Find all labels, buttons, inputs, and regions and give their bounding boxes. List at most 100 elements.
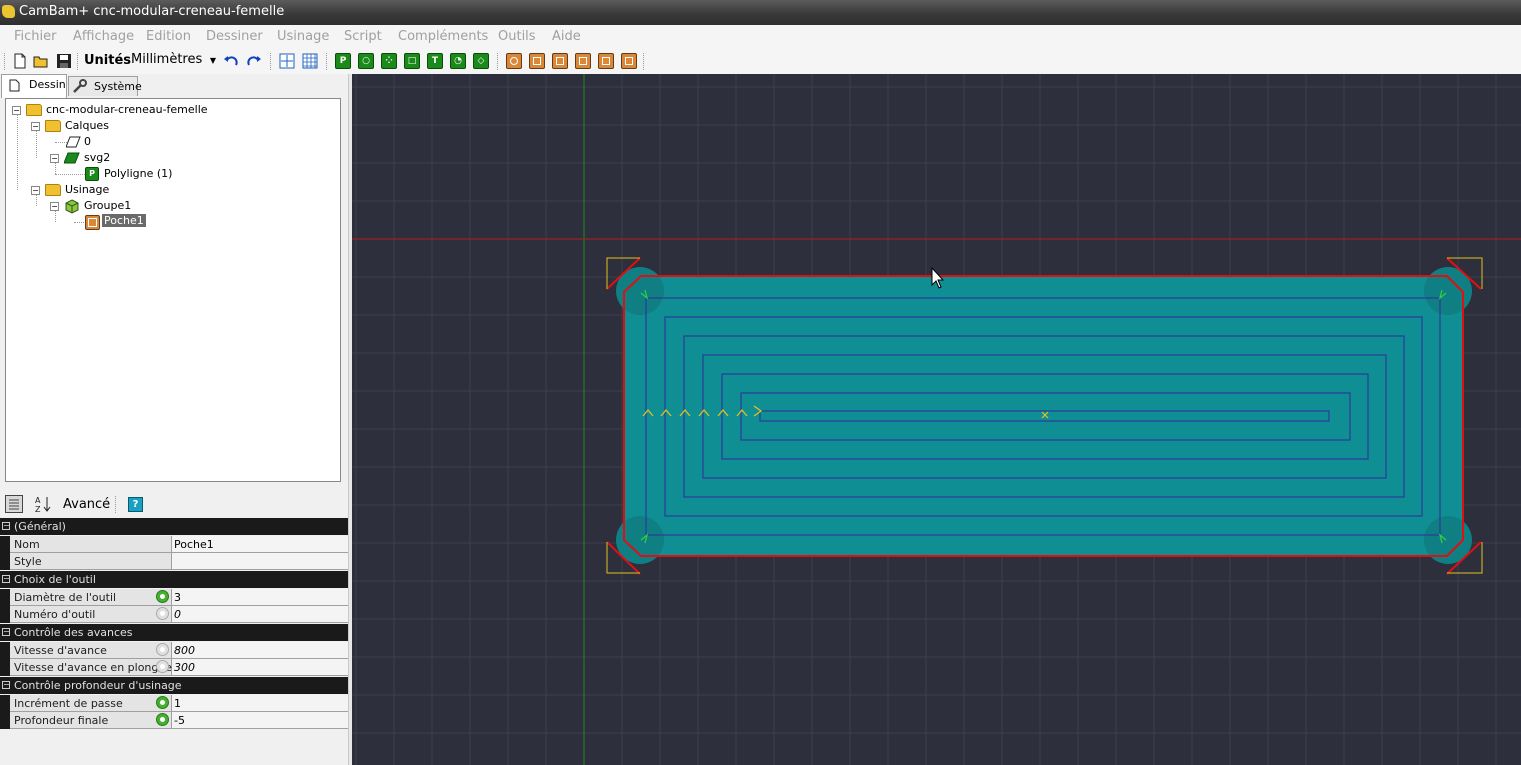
category-general[interactable]: − (Général) — [0, 518, 349, 535]
prop-row-target-depth[interactable]: Profondeur finale -5 — [0, 712, 349, 729]
collapse-icon[interactable]: − — [2, 575, 10, 583]
category-feed[interactable]: − Contrôle des avances — [0, 624, 349, 641]
prop-row-tool-diameter[interactable]: Diamètre de l'outil 3 — [0, 589, 349, 606]
units-label: Unités — [84, 53, 132, 68]
collapse-icon[interactable]: − — [2, 628, 10, 636]
document-icon — [9, 79, 20, 92]
tab-systeme[interactable]: Système — [68, 76, 142, 96]
menu-complements[interactable]: Compléments — [398, 29, 488, 44]
open-folder-icon[interactable] — [33, 53, 49, 69]
prop-name-value[interactable]: Poche1 — [172, 536, 349, 553]
polyline-tool-icon[interactable]: P — [335, 53, 351, 69]
prop-row-name[interactable]: Nom Poche1 — [0, 536, 349, 553]
wrench-icon — [73, 79, 87, 93]
prop-tool-diameter-value[interactable]: 3 — [172, 589, 349, 606]
tree-root-label[interactable]: cnc-modular-creneau-femelle — [46, 103, 208, 116]
surface-tool-icon[interactable]: ◇ — [473, 53, 489, 69]
menu-usinage[interactable]: Usinage — [277, 29, 329, 44]
prop-target-depth-value[interactable]: -5 — [172, 712, 349, 729]
row-gutter — [0, 642, 10, 659]
drawing-tree[interactable]: − cnc-modular-creneau-femelle − Calques … — [5, 98, 341, 482]
menu-affichage[interactable]: Affichage — [73, 29, 134, 44]
grid-icon[interactable] — [302, 53, 318, 69]
prop-plunge-rate-value[interactable]: 300 — [172, 659, 349, 676]
tree-connector — [55, 211, 57, 222]
tree-layers-label[interactable]: Calques — [65, 119, 109, 132]
gcode-op-icon[interactable] — [621, 53, 637, 69]
override-active-icon[interactable] — [156, 590, 169, 603]
toolbar-separator — [115, 496, 117, 513]
collapse-root-icon[interactable]: − — [12, 106, 21, 115]
row-gutter — [0, 695, 10, 712]
tree-pocket1-label[interactable]: Poche1 — [102, 214, 146, 227]
profile-op-icon[interactable] — [506, 53, 522, 69]
snap-icon[interactable] — [279, 53, 295, 69]
prop-row-plunge-rate[interactable]: Vitesse d'avance en plongée 300 — [0, 659, 349, 676]
collapse-svg2-icon[interactable]: − — [50, 154, 59, 163]
row-gutter — [0, 536, 10, 553]
new-file-icon[interactable] — [12, 53, 28, 69]
toolbar-separator — [326, 53, 328, 70]
text-tool-icon[interactable]: T — [427, 53, 443, 69]
menu-script[interactable]: Script — [344, 29, 382, 44]
undo-icon[interactable] — [223, 53, 239, 69]
prop-depth-increment-value-text: 1 — [174, 697, 181, 710]
menu-edition[interactable]: Edition — [146, 29, 191, 44]
prop-depth-increment-value[interactable]: 1 — [172, 695, 349, 712]
prop-tool-number-value[interactable]: 0 — [172, 606, 349, 623]
save-icon[interactable] — [56, 53, 72, 69]
override-default-icon[interactable] — [156, 643, 169, 656]
menu-dessiner[interactable]: Dessiner — [206, 29, 263, 44]
arc-tool-icon[interactable]: ◔ — [450, 53, 466, 69]
collapse-machining-icon[interactable]: − — [31, 186, 40, 195]
prop-row-tool-number[interactable]: Numéro d'outil 0 — [0, 606, 349, 623]
override-default-icon[interactable] — [156, 607, 169, 620]
cube-icon — [65, 199, 79, 214]
tree-polyline-label[interactable]: Polyligne (1) — [104, 167, 172, 180]
points-tool-icon[interactable]: ⁘ — [381, 53, 397, 69]
menu-fichier[interactable]: Fichier — [14, 29, 57, 44]
circle-tool-icon[interactable]: ○ — [358, 53, 374, 69]
row-gutter — [0, 659, 10, 676]
categorized-view-icon[interactable] — [5, 495, 23, 513]
property-grid: − (Général) Nom Poche1 Style − Choix de … — [0, 518, 349, 730]
menu-aide[interactable]: Aide — [552, 29, 581, 44]
prop-tool-number-text: Numéro d'outil — [14, 608, 96, 621]
override-active-icon[interactable] — [156, 713, 169, 726]
category-depth[interactable]: − Contrôle profondeur d'usinage — [0, 677, 349, 694]
category-tool[interactable]: − Choix de l'outil — [0, 571, 349, 588]
pocket-op-icon[interactable] — [529, 53, 545, 69]
redo-icon[interactable] — [246, 53, 262, 69]
units-select[interactable]: Millimètres ▼ — [131, 52, 219, 70]
prop-style-value[interactable] — [172, 553, 349, 570]
prop-row-style[interactable]: Style — [0, 553, 349, 570]
prop-row-feed-rate[interactable]: Vitesse d'avance 800 — [0, 642, 349, 659]
tree-svg2-label[interactable]: svg2 — [84, 151, 110, 164]
collapse-icon[interactable]: − — [2, 522, 10, 530]
help-icon[interactable]: ? — [128, 497, 143, 512]
engrave-op-icon[interactable] — [575, 53, 591, 69]
title-bar: CamBam+ cnc-modular-creneau-femelle — [0, 0, 1521, 25]
override-default-icon[interactable] — [156, 660, 169, 673]
category-tool-label: Choix de l'outil — [14, 573, 96, 586]
override-active-icon[interactable] — [156, 696, 169, 709]
points-tool-glyph: ⁘ — [385, 56, 393, 66]
rectangle-tool-icon[interactable]: □ — [404, 53, 420, 69]
lathe-op-icon[interactable] — [598, 53, 614, 69]
collapse-layers-icon[interactable]: − — [31, 122, 40, 131]
prop-depth-increment-text: Incrément de passe — [14, 697, 123, 710]
collapse-icon[interactable]: − — [2, 681, 10, 689]
advanced-toggle[interactable]: Avancé — [63, 497, 110, 512]
tree-group1-label[interactable]: Groupe1 — [84, 199, 131, 212]
drill-op-icon[interactable] — [552, 53, 568, 69]
tree-machining-label[interactable]: Usinage — [65, 183, 109, 196]
drawing-canvas[interactable] — [352, 74, 1521, 765]
prop-feed-rate-value[interactable]: 800 — [172, 642, 349, 659]
collapse-group1-icon[interactable]: − — [50, 202, 59, 211]
toolbar-grip — [4, 53, 6, 70]
menu-outils[interactable]: Outils — [498, 29, 536, 44]
tree-layer-0-label[interactable]: 0 — [84, 135, 91, 148]
prop-row-depth-increment[interactable]: Incrément de passe 1 — [0, 695, 349, 712]
sort-alpha-icon[interactable]: AZ — [34, 495, 52, 513]
tab-dessin[interactable]: Dessin — [1, 74, 67, 98]
